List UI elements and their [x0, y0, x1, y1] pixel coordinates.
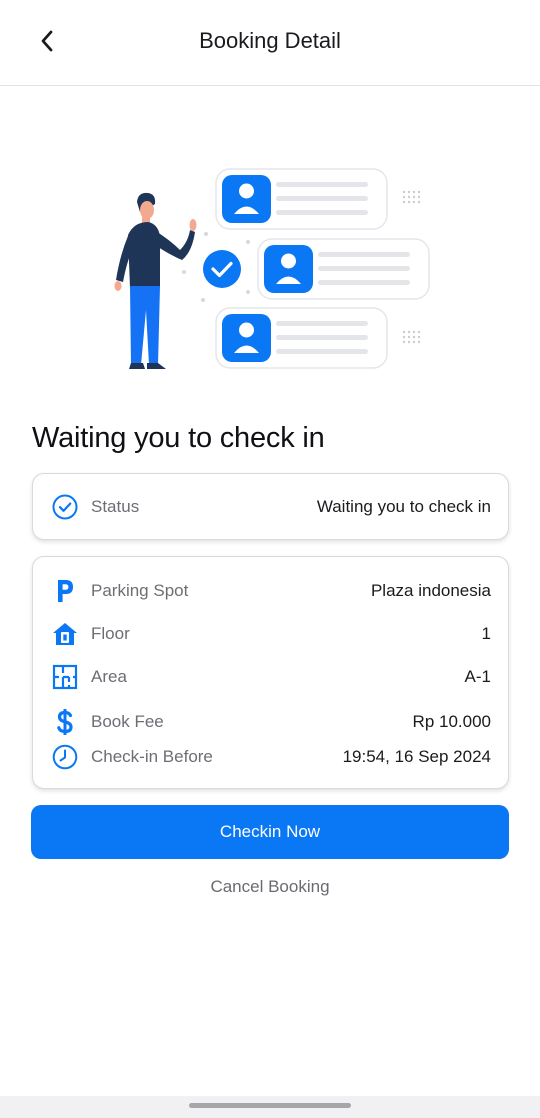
status-value: Waiting you to check in: [316, 497, 491, 516]
detail-value: 1: [481, 624, 491, 643]
detail-value: 19:54, 16 Sep 2024: [342, 747, 491, 766]
system-navigation-bar: [0, 1096, 540, 1118]
booking-details-card: Parking Spot Plaza indonesia Floor 1 Are…: [32, 556, 509, 789]
detail-label: Area: [91, 667, 127, 686]
detail-value: A-1: [464, 667, 491, 686]
floor-icon: [51, 620, 79, 648]
checkin-now-button[interactable]: Checkin Now: [31, 805, 509, 859]
status-row: Status Waiting you to check in: [33, 492, 508, 522]
status-label: Status: [91, 497, 140, 516]
detail-label: Parking Spot: [91, 581, 189, 600]
clock-icon: [51, 743, 79, 771]
home-gesture-handle[interactable]: [189, 1103, 351, 1108]
detail-value: Plaza indonesia: [370, 581, 491, 600]
detail-row-check-in-before: Check-in Before 19:54, 16 Sep 2024: [33, 742, 508, 772]
detail-label: Book Fee: [91, 712, 164, 731]
detail-row-parking-spot: Parking Spot Plaza indonesia: [33, 576, 508, 606]
check-circle-icon: [51, 493, 79, 521]
detail-row-book-fee: Book Fee Rp 10.000: [33, 707, 508, 737]
cancel-booking-button[interactable]: Cancel Booking: [0, 877, 540, 897]
detail-label: Floor: [91, 624, 130, 643]
detail-row-area: Area A-1: [33, 662, 508, 692]
detail-row-floor: Floor 1: [33, 619, 508, 649]
app-bar: Booking Detail: [0, 0, 540, 86]
parking-icon: [51, 577, 79, 605]
detail-value: Rp 10.000: [412, 712, 491, 731]
status-card: Status Waiting you to check in: [32, 473, 509, 540]
dollar-icon: [51, 708, 79, 736]
person-with-user-list-illustration: [100, 160, 440, 375]
detail-label: Check-in Before: [91, 747, 213, 766]
booking-status-heading: Waiting you to check in: [32, 422, 325, 454]
page-title: Booking Detail: [199, 28, 341, 53]
floorplan-icon: [51, 663, 79, 691]
